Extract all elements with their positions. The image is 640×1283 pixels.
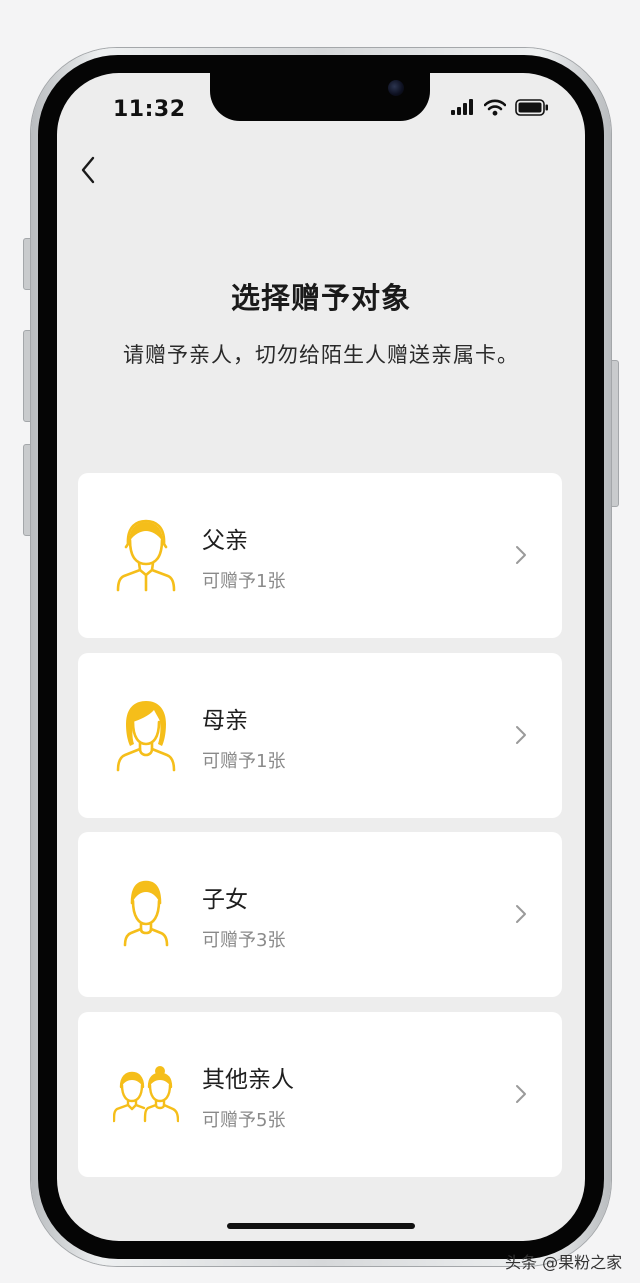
chevron-right-icon xyxy=(514,903,528,925)
recipient-quota: 可赠予1张 xyxy=(202,751,286,772)
power-button xyxy=(611,360,619,507)
mother-avatar-icon xyxy=(113,698,179,772)
page-title: 选择赠予对象 xyxy=(230,281,411,315)
chevron-right-icon xyxy=(514,724,528,746)
chevron-right-icon xyxy=(514,1083,528,1105)
other-relatives-icon xyxy=(112,1057,180,1131)
action-button xyxy=(23,238,31,290)
recipient-label: 母亲 xyxy=(202,708,248,734)
battery-icon xyxy=(515,98,549,120)
recipient-quota: 可赠予1张 xyxy=(202,571,286,592)
recipient-quota: 可赠予3张 xyxy=(202,930,286,951)
recipient-label: 子女 xyxy=(202,887,248,913)
phone-screen: 11:32 选择赠予对象 请赠予亲人，切勿给陌生人赠送亲属卡。 父亲 可赠予1张… xyxy=(57,73,585,1241)
recipient-label: 父亲 xyxy=(202,528,248,554)
front-camera xyxy=(388,80,404,96)
volume-up-button xyxy=(23,330,31,422)
back-button[interactable] xyxy=(69,151,107,189)
volume-down-button xyxy=(23,444,31,536)
father-avatar-icon xyxy=(113,518,179,592)
recipient-quota: 可赠予5张 xyxy=(202,1110,286,1131)
watermark: 头条 @果粉之家 xyxy=(505,1253,623,1272)
status-icons xyxy=(451,98,549,120)
chevron-left-icon xyxy=(81,156,95,184)
recipient-card-other-relatives[interactable]: 其他亲人 可赠予5张 xyxy=(78,1012,562,1177)
recipient-card-children[interactable]: 子女 可赠予3张 xyxy=(78,832,562,997)
wifi-icon xyxy=(483,99,507,120)
child-avatar-icon xyxy=(113,877,179,951)
page-subtitle: 请赠予亲人，切勿给陌生人赠送亲属卡。 xyxy=(123,343,519,367)
recipient-card-father[interactable]: 父亲 可赠予1张 xyxy=(78,473,562,638)
notch xyxy=(210,73,430,121)
recipient-card-mother[interactable]: 母亲 可赠予1张 xyxy=(78,653,562,818)
status-time: 11:32 xyxy=(113,97,186,122)
recipient-label: 其他亲人 xyxy=(202,1067,294,1093)
home-indicator[interactable] xyxy=(227,1223,415,1229)
chevron-right-icon xyxy=(514,544,528,566)
cellular-signal-icon xyxy=(451,99,475,119)
